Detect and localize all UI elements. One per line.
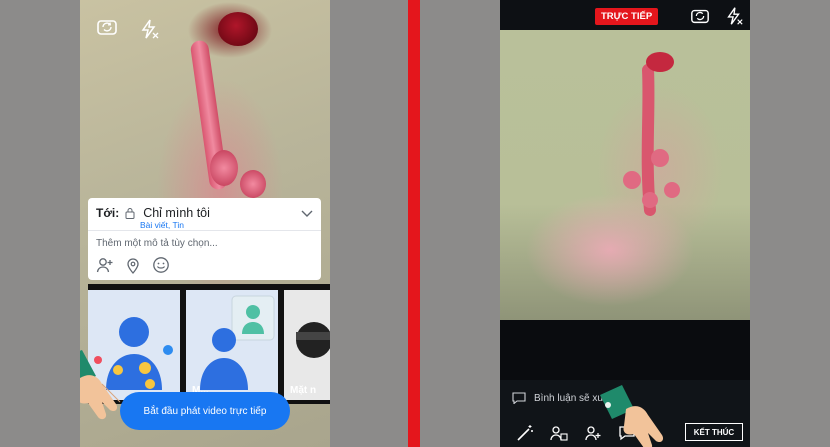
live-badge: TRỰC TIẾP <box>595 8 659 25</box>
flower-illustration-icon <box>623 52 680 216</box>
pointing-hand-icon <box>80 350 121 420</box>
location-pin-icon[interactable] <box>124 256 142 274</box>
flash-off-icon[interactable] <box>724 6 746 28</box>
left-phone-screen: Tới: Chỉ mình tôi Bài viết, Tin Thêm một… <box>80 0 330 447</box>
privacy-selector[interactable]: Chỉ mình tôi <box>143 206 210 220</box>
format-tile[interactable]: M... <box>186 290 278 400</box>
description-input[interactable]: Thêm một mô tả tùy chọn... <box>96 238 218 249</box>
guest-illustration-icon <box>200 295 275 390</box>
magic-wand-icon[interactable] <box>516 424 534 442</box>
right-phone-screen: TRỰC TIẾP Bình luận sẽ xuất... KẾT THÚC <box>500 0 750 447</box>
privacy-sub-label: Bài viết, Tin <box>140 220 184 230</box>
card-divider <box>88 230 321 231</box>
flash-off-icon[interactable] <box>138 18 160 40</box>
mask-effect-icon <box>296 322 330 358</box>
comment-bubble-icon <box>512 392 526 404</box>
flip-camera-icon[interactable] <box>690 6 712 28</box>
live-top-bar: TRỰC TIẾP <box>500 0 750 30</box>
to-label: Tới: <box>96 206 120 220</box>
flip-camera-icon[interactable] <box>96 16 118 38</box>
guest-invite-icon[interactable] <box>550 424 568 442</box>
tile-label: Mặt n <box>290 385 317 396</box>
audience-card: Tới: Chỉ mình tôi Bài viết, Tin Thêm một… <box>88 198 321 280</box>
feeling-emoji-icon[interactable] <box>152 256 170 274</box>
start-live-video-button[interactable]: Bắt đầu phát video trực tiếp <box>120 392 290 430</box>
divider-bar <box>408 0 420 447</box>
screen-bottom-area <box>500 320 750 380</box>
tag-people-icon[interactable] <box>96 256 114 274</box>
live-video-feed <box>500 30 750 320</box>
pointing-hand-icon <box>600 385 664 447</box>
format-tile[interactable]: Mặt n <box>284 290 330 400</box>
chevron-down-icon[interactable] <box>301 208 313 218</box>
lock-icon <box>125 208 135 219</box>
end-live-button[interactable]: KẾT THÚC <box>685 423 743 441</box>
